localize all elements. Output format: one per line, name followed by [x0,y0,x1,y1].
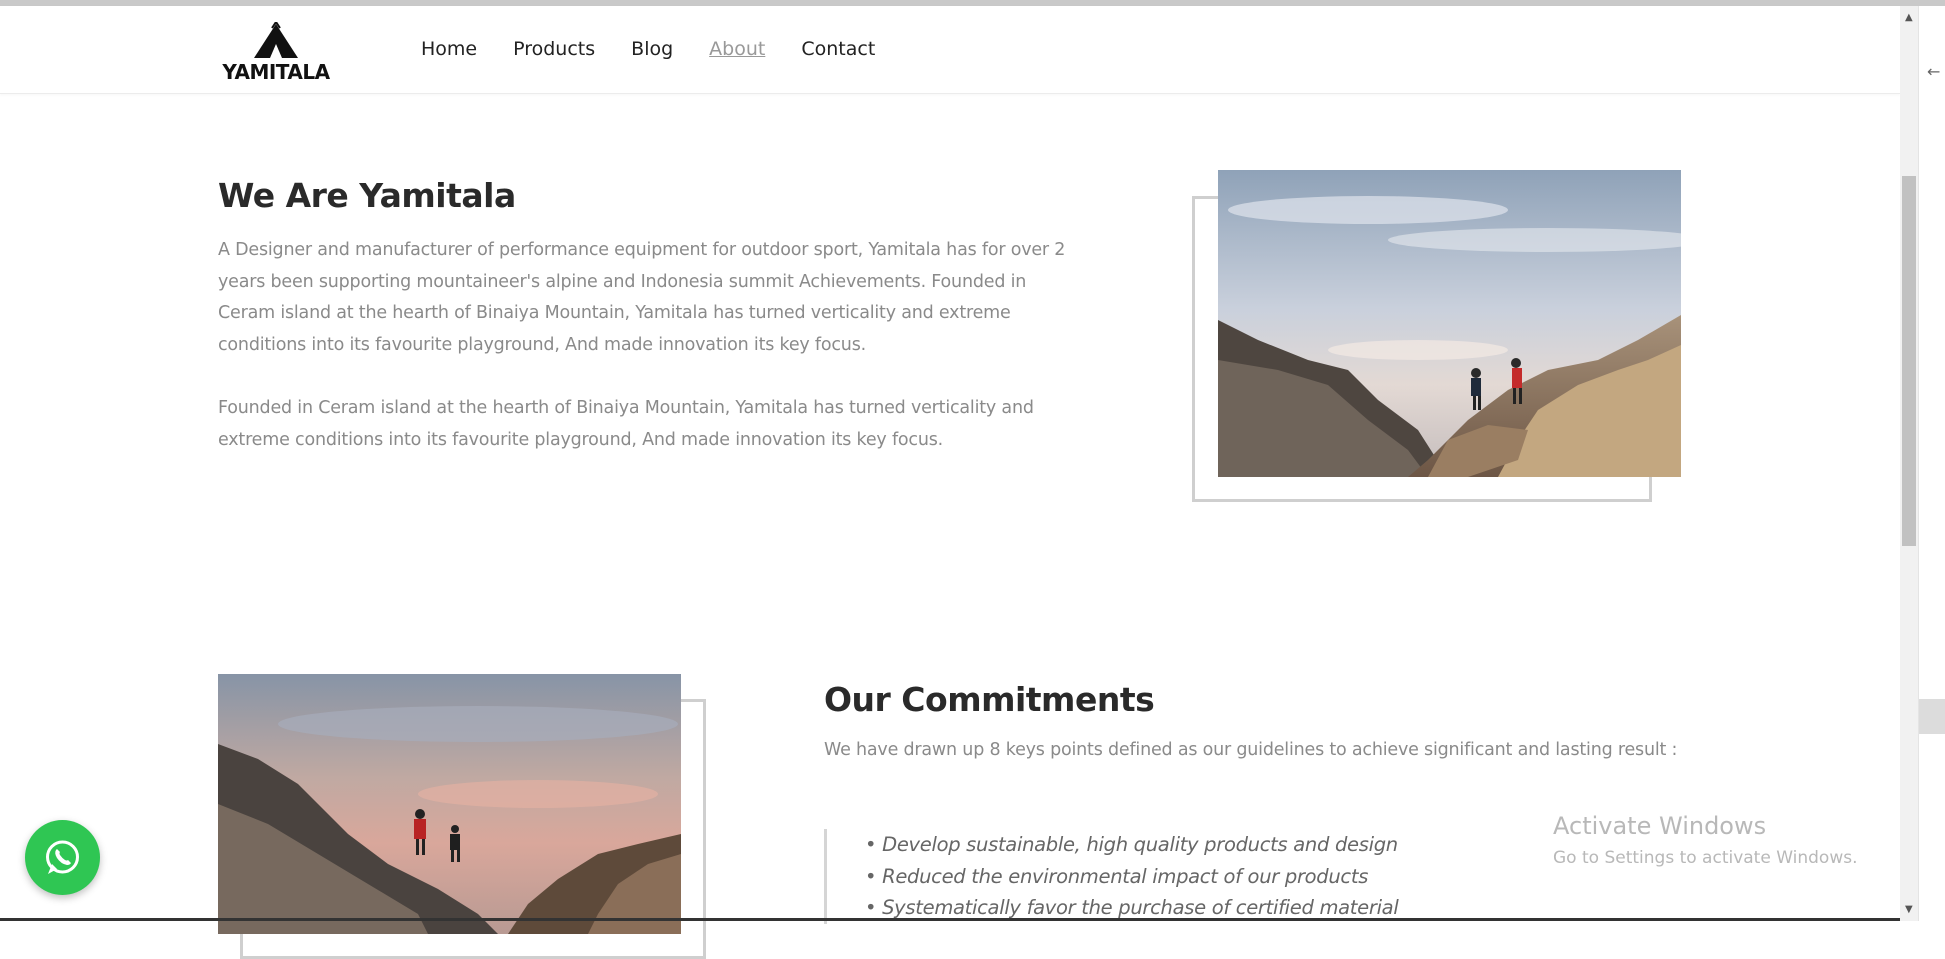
main-nav: Home Products Blog About Contact [421,38,911,60]
about-paragraph-2: Founded in Ceram island at the hearth of… [218,398,1034,450]
about-title: We Are Yamitala [218,176,516,215]
site-header: YAMITALA Home Products Blog About Contac… [0,6,1900,94]
nav-home[interactable]: Home [421,38,477,60]
vertical-scrollbar[interactable]: ▲ ▼ [1900,6,1918,921]
side-panel-handle[interactable] [1919,699,1945,734]
nav-about[interactable]: About [709,38,765,60]
nav-contact[interactable]: Contact [801,38,875,60]
nav-blog[interactable]: Blog [631,38,673,60]
scroll-thumb[interactable] [1902,176,1916,546]
side-panel-edge: ← [1918,6,1945,921]
arrow-left-icon[interactable]: ← [1927,62,1940,81]
commitments-intro: We have drawn up 8 keys points defined a… [824,740,1678,760]
scroll-down-arrow-icon[interactable]: ▼ [1905,904,1913,915]
about-paragraph-1: A Designer and manufacturer of performan… [218,240,1066,355]
whatsapp-icon [46,840,79,874]
list-item: • Develop sustainable, high quality prod… [865,833,1398,856]
brand-logo[interactable]: YAMITALA [218,22,334,84]
commitments-list: • Develop sustainable, high quality prod… [824,829,1399,924]
hikers-sunset-photo [218,674,681,934]
activate-windows-title: Activate Windows [1553,812,1767,840]
list-item: • Reduced the environmental impact of ou… [865,864,1369,888]
nav-products[interactable]: Products [513,38,595,60]
whatsapp-button[interactable] [25,820,100,895]
brand-name: YAMITALA [222,60,330,84]
scroll-up-arrow-icon[interactable]: ▲ [1905,12,1913,23]
commitments-title: Our Commitments [824,680,1155,719]
hikers-summit-photo [1218,170,1681,477]
activate-windows-subtitle: Go to Settings to activate Windows. [1553,848,1858,868]
